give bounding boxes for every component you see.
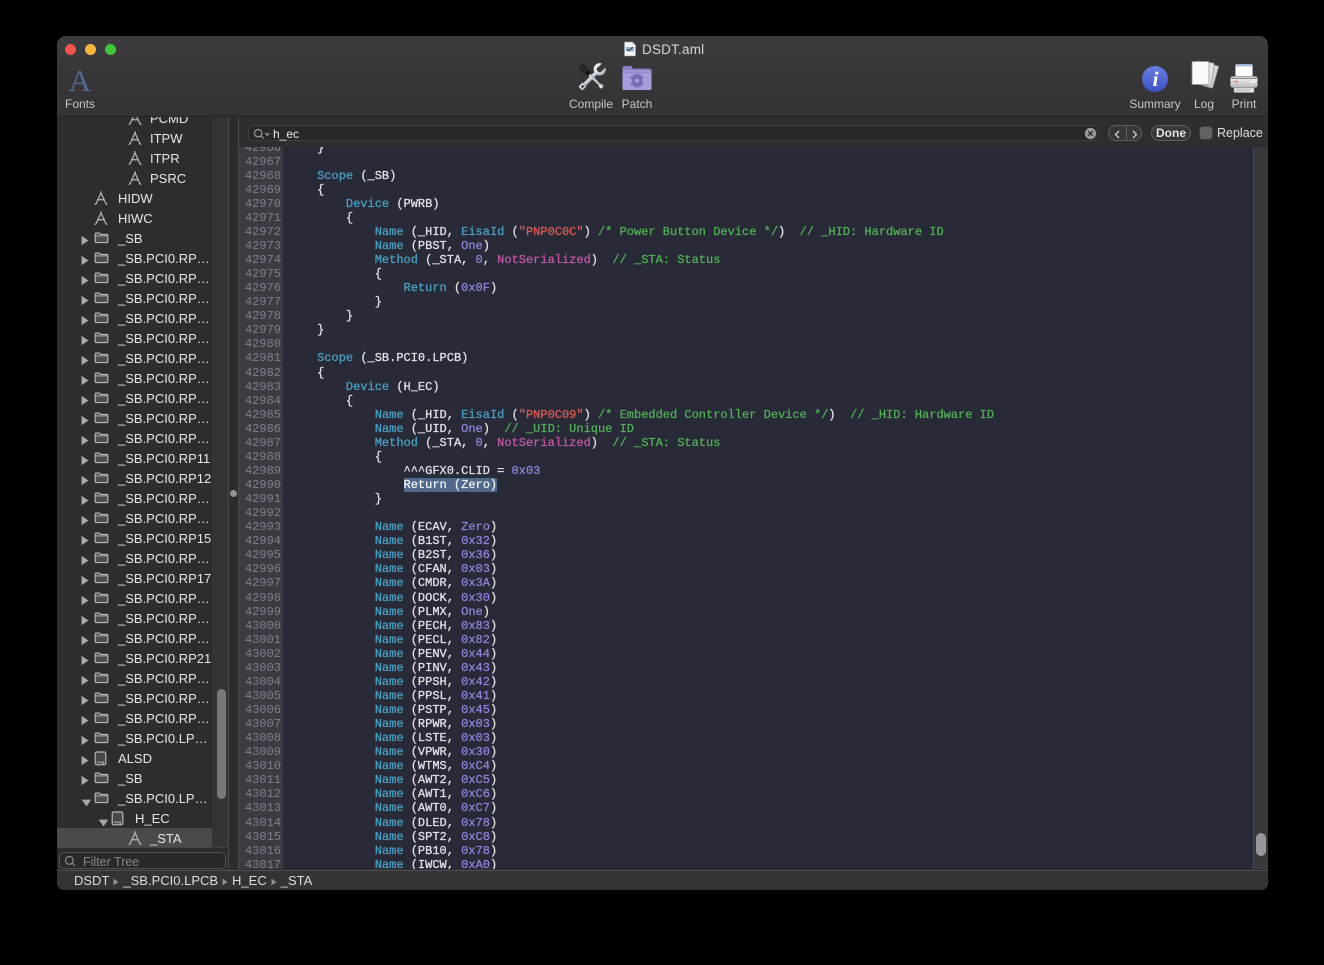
svg-text:i: i bbox=[1153, 67, 1159, 91]
